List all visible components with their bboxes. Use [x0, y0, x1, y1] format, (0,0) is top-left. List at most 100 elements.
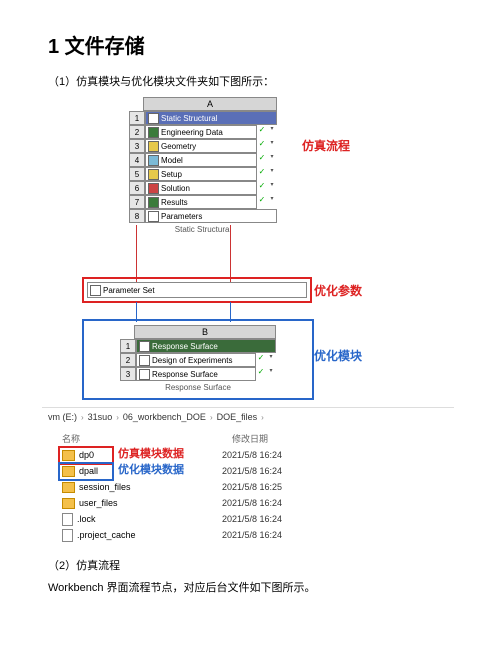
- link-line: [136, 225, 137, 282]
- model-icon: [148, 155, 159, 166]
- row-num: 8: [129, 209, 145, 223]
- annotation-opt-params: 优化参数: [314, 282, 362, 299]
- cell-resp-surf[interactable]: Response Surface: [136, 367, 256, 381]
- cell-resp-surf-title[interactable]: Response Surface: [136, 339, 276, 353]
- list-item[interactable]: .project_cache2021/5/8 16:24: [62, 527, 446, 543]
- document-page: 1 文件存储 （1）仿真模块与优化模块文件夹如下图所示： A 1Static S…: [0, 0, 502, 649]
- file-date: 2021/5/8 16:24: [222, 466, 282, 476]
- cell-label: Setup: [161, 170, 182, 179]
- chevron-right-icon: ›: [116, 413, 119, 422]
- row-num: 3: [120, 367, 136, 381]
- cell-geometry[interactable]: Geometry: [145, 139, 257, 153]
- caret-icon[interactable]: ▾: [267, 167, 277, 181]
- status-tick: ✓: [257, 167, 267, 181]
- row-num: 6: [129, 181, 145, 195]
- link-line: [230, 225, 231, 282]
- caret-icon[interactable]: ▾: [267, 139, 277, 153]
- status-tick: ✓: [257, 153, 267, 167]
- engdata-icon: [148, 127, 159, 138]
- annotation-opt-data: 优化模块数据: [118, 461, 184, 477]
- row-num: 4: [129, 153, 145, 167]
- cell-setup[interactable]: Setup: [145, 167, 257, 181]
- figure-workbench: A 1Static Structural 2Engineering Data✓▾…: [74, 97, 374, 397]
- list-item[interactable]: session_files 2021/5/8 16:25: [62, 479, 446, 495]
- file-icon: [62, 529, 73, 542]
- setup-icon: [148, 169, 159, 180]
- cell-solution[interactable]: Solution: [145, 181, 257, 195]
- cell-label: Design of Experiments: [152, 356, 232, 365]
- file-list: 名称 修改日期 dp02021/5/8 16:24 dpall2021/5/8 …: [42, 426, 454, 547]
- cell-label: Static Structural: [161, 114, 217, 123]
- col-header-date[interactable]: 修改日期: [232, 432, 322, 445]
- status-tick: ✓: [257, 195, 267, 209]
- file-icon: [62, 513, 73, 526]
- caret-icon[interactable]: ▾: [267, 195, 277, 209]
- system-b-name: Response Surface: [120, 381, 276, 394]
- col-header-name[interactable]: 名称: [62, 432, 232, 445]
- file-name: session_files: [79, 482, 131, 492]
- cell-static-structural[interactable]: Static Structural: [145, 111, 277, 125]
- solution-icon: [148, 183, 159, 194]
- system-a-name: Static Structural: [129, 223, 277, 236]
- cell-label: Model: [161, 156, 183, 165]
- caret-icon[interactable]: ▾: [267, 125, 277, 139]
- doe-icon: [139, 355, 150, 366]
- list-item[interactable]: user_files 2021/5/8 16:24: [62, 495, 446, 511]
- cell-results[interactable]: Results: [145, 195, 257, 209]
- caret-icon[interactable]: ▾: [266, 353, 276, 367]
- param-set-box: Parameter Set: [82, 277, 312, 303]
- row-num: 2: [129, 125, 145, 139]
- system-icon: [148, 113, 159, 124]
- breadcrumb-item[interactable]: DOE_files: [217, 412, 258, 422]
- breadcrumb-item[interactable]: 31suo: [88, 412, 113, 422]
- status-tick: ✓: [256, 367, 266, 381]
- breadcrumb-item[interactable]: vm (E:): [48, 412, 77, 422]
- cell-label: Results: [161, 198, 188, 207]
- cell-label: Geometry: [161, 142, 196, 151]
- rs-icon: [139, 341, 150, 352]
- optimization-block: B 1Response Surface 2Design of Experimen…: [82, 319, 314, 400]
- file-date: 2021/5/8 16:24: [222, 450, 282, 460]
- row-num: 5: [129, 167, 145, 181]
- figure-fileexplorer: vm (E:)› 31suo› 06_workbench_DOE› DOE_fi…: [42, 407, 454, 547]
- breadcrumb-item[interactable]: 06_workbench_DOE: [123, 412, 206, 422]
- file-date: 2021/5/8 16:25: [222, 482, 282, 492]
- chevron-right-icon: ›: [261, 413, 264, 422]
- system-a: A 1Static Structural 2Engineering Data✓▾…: [129, 97, 277, 236]
- file-name: .lock: [77, 514, 96, 524]
- file-date: 2021/5/8 16:24: [222, 530, 282, 540]
- caret-icon[interactable]: ▾: [267, 181, 277, 195]
- cell-eng-data[interactable]: Engineering Data: [145, 125, 257, 139]
- paragraph-3: Workbench 界面流程节点，对应后台文件如下图所示。: [48, 579, 454, 595]
- list-item[interactable]: .lock 2021/5/8 16:24: [62, 511, 446, 527]
- paragraph-1: （1）仿真模块与优化模块文件夹如下图所示：: [48, 73, 454, 89]
- status-tick: ✓: [256, 353, 266, 367]
- heading-1: 1 文件存储: [48, 30, 454, 59]
- caret-icon[interactable]: ▾: [266, 367, 276, 381]
- paramset-icon: [90, 285, 101, 296]
- annotation-sim-data: 仿真模块数据: [118, 445, 184, 461]
- cell-label: Response Surface: [152, 342, 218, 351]
- cell-parameters[interactable]: Parameters: [145, 209, 277, 223]
- cell-model[interactable]: Model: [145, 153, 257, 167]
- caret-icon[interactable]: ▾: [267, 153, 277, 167]
- annotation-sim-flow: 仿真流程: [302, 137, 350, 154]
- status-tick: ✓: [257, 125, 267, 139]
- file-date: 2021/5/8 16:24: [222, 514, 282, 524]
- row-num: 1: [120, 339, 136, 353]
- row-num: 2: [120, 353, 136, 367]
- status-tick: ✓: [257, 181, 267, 195]
- results-icon: [148, 197, 159, 208]
- geometry-icon: [148, 141, 159, 152]
- file-date: 2021/5/8 16:24: [222, 498, 282, 508]
- breadcrumb[interactable]: vm (E:)› 31suo› 06_workbench_DOE› DOE_fi…: [42, 408, 454, 426]
- col-b-header: B: [134, 325, 276, 339]
- parameter-set[interactable]: Parameter Set: [87, 282, 307, 298]
- status-tick: ✓: [257, 139, 267, 153]
- folder-icon: [62, 498, 75, 509]
- paramset-label: Parameter Set: [103, 286, 155, 295]
- highlight-box-dpall: [58, 462, 114, 481]
- file-name: user_files: [79, 498, 118, 508]
- cell-doe[interactable]: Design of Experiments: [136, 353, 256, 367]
- cell-label: Solution: [161, 184, 190, 193]
